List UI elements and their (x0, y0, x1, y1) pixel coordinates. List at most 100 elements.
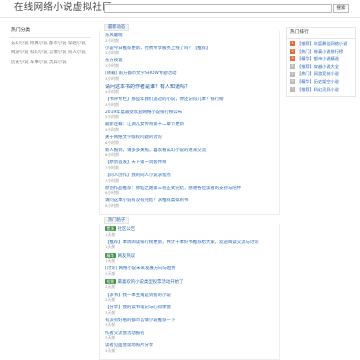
category-link[interactable]: 军事小说 (30, 60, 49, 66)
feed-item: 有没有好看的都市言情小说推荐一下 3天前 (105, 318, 275, 328)
category-link[interactable]: 都市小说 (49, 41, 68, 47)
feed-item-title-text[interactable]: 原创作品推荐：修仙之路第三卷正式完结，感谢各位读者的支持与陪伴 (105, 186, 241, 191)
ranking-item[interactable]: 3 【精华】都市小说精选 (290, 56, 352, 62)
feed-item: [讨论] 网络小说未来发展方向与趋势 2天前 (105, 266, 275, 276)
ranking-item[interactable]: 5 【热门】网游竞技小说 (290, 71, 352, 77)
ranking-title[interactable]: 【推荐】科幻灵异小说 (297, 87, 339, 92)
feed-item-title-text[interactable]: 网友热议 (118, 254, 136, 259)
ranking-title[interactable]: 【推荐】穿越小说大全 (297, 64, 339, 69)
feed-item-time: 4小时前 (105, 101, 120, 107)
feed-item: 【推荐】本周阅读排行榜更新，共计十本好书推荐给大家，欢迎阅读交流与讨论 1天前 (105, 240, 275, 250)
ranking-item[interactable]: 4 【推荐】穿越小说大全 (290, 64, 352, 69)
ranking-number: 5 (290, 71, 295, 77)
feed-item-tag: 投票 (105, 278, 116, 284)
feed-item: 最新连载：江湖儿女传奇第十二章节更新 5小时前 (105, 122, 275, 132)
site-title[interactable]: 在线网络小说虚拟社区 (14, 2, 112, 14)
feed-item-title-text[interactable]: 最喜欢的小说类型投票活动开始了 (118, 280, 184, 285)
feed-item-time: 4天前 (105, 347, 116, 353)
category-heading: 热门分类 (9, 27, 91, 38)
feed-item-time: 2小时前 (105, 50, 120, 56)
feed-item: 新人报到，请多多关照，喜欢看玄幻小说的进来交流 6小时前 (105, 148, 275, 158)
feed-item-title-text[interactable]: 新人报到，请多多关照，喜欢看玄幻小说的进来交流 (105, 148, 206, 153)
feed-item-title-text[interactable]: 小说今日推荐更新，付费专享服务上线了吗？【推荐】 (105, 46, 210, 51)
feed-item: 投票 最喜欢的小说类型投票活动开始了 2天前 (105, 278, 275, 290)
search-input[interactable] (104, 4, 332, 13)
feed-item-time: 4小时前 (105, 88, 120, 94)
feed-item-time: 3天前 (105, 309, 116, 315)
feed-item-title-text[interactable]: 社区公告 (118, 227, 136, 232)
feed-item-time: 8小时前 (105, 190, 120, 196)
search-button[interactable]: 搜索 (333, 4, 349, 13)
feed-item: [转载] 南方都市文学SHOW专题活动 3小时前 (105, 71, 275, 81)
feed-item: 【书评专栏】那些年我们追过的小说，你还记得几本？排行榜 4小时前 (105, 97, 275, 107)
feed-item: 2019年度最受欢迎网络小说排行榜公布 5小时前 (105, 110, 275, 120)
ranking-number: 2 (290, 48, 295, 54)
category-link[interactable]: 同人小说 (68, 50, 87, 56)
feed-item-time: 5小时前 (105, 114, 120, 120)
feed-item-time: 1天前 (105, 244, 116, 250)
feed-item: 原创作品推荐：修仙之路第三卷正式完结，感谢各位读者的支持与陪伴 8小时前 (105, 186, 275, 196)
section-latest-label[interactable]: 最新动态 (104, 24, 130, 31)
ranking-number: 1 (290, 41, 295, 46)
ranking-heading: 热门排行 (287, 28, 355, 39)
category-link[interactable]: 灵异小说 (49, 60, 68, 66)
ranking-title[interactable]: 【热门】网游竞技小说 (297, 71, 339, 76)
ranking-panel: 热门排行 1 【推荐】年度最佳网络小说 2 【热门】修真小说排行榜 3 【精华】都市小说精… (286, 27, 356, 98)
section-hot: 置顶 社区公告 1天前 【推荐】本周阅读排行榜更新，共计十本好书推荐给大家，欢迎阅读交… (99, 224, 280, 360)
feed-item-time: 1天前 (105, 258, 116, 263)
section-latest: 东风破晓 2小时前 小说今日推荐更新，付费专享服务上线了吗？【推荐】 2小时前 东方夜谈… (99, 31, 280, 216)
site-header: 在线网络小说虚拟社区 搜索 (0, 0, 360, 18)
ranking-title[interactable]: 【精华】历史架空小说 (297, 79, 339, 84)
feed-item-tag: 置顶 (105, 226, 116, 232)
ranking-item[interactable]: 2 【热门】修真小说排行榜 (290, 49, 352, 54)
ranking-item[interactable]: 1 【推荐】年度最佳网络小说 (290, 41, 352, 46)
category-link[interactable]: 言情小说 (49, 50, 68, 56)
feed-item: 精华 网友热议 1天前 (105, 252, 275, 264)
section-hot-label[interactable]: 热门帖子 (104, 217, 130, 225)
feed-item-title[interactable]: 【推荐】本周阅读排行榜更新，共计十本好书推荐给大家，欢迎阅读交流与讨论 (105, 240, 275, 246)
feed-item: 【原创首发】天下第一剑客传奇 7小时前 (105, 160, 275, 170)
ranking-number: 7 (290, 86, 295, 92)
ranking-title[interactable]: 【推荐】年度最佳网络小说 (297, 41, 347, 46)
feed-item: 【求书】找一本主角是剑客的小说 2天前 (105, 293, 275, 303)
feed-item: 关于网络文学版权问题的讨论 6小时前 (105, 135, 275, 145)
feed-item: 作者交流会活动报名 3天前 (105, 331, 275, 341)
category-link[interactable]: 修真小说 (30, 41, 49, 47)
ranking-title[interactable]: 【热门】修真小说排行榜 (297, 49, 343, 54)
category-link[interactable]: 玄幻小说 (11, 41, 30, 47)
category-link[interactable]: 历史小说 (11, 60, 30, 66)
feed-item: 东风破晓 2小时前 (105, 33, 275, 43)
main-feed: 最新动态 东风破晓 2小时前 小说今日推荐更新，付费专享服务上线了吗？【推荐】 2小时… (99, 24, 280, 360)
feed-item-time: 6小时前 (105, 139, 120, 145)
feed-item-time: 2天前 (105, 270, 116, 276)
ranking-number: 4 (290, 63, 295, 69)
feed-item-title-text[interactable]: 有没有好看的都市言情小说推荐一下 (105, 318, 175, 323)
feed-item: 【分享】我的读书笔记与心得体会 3天前 (105, 305, 275, 315)
feed-item-title-text[interactable]: 【推荐】本周阅读排行榜更新，共计十本好书推荐给大家，欢迎阅读交流与讨论 (105, 240, 259, 245)
ranking-item[interactable]: 6 【精华】历史架空小说 (290, 79, 352, 85)
feed-item: 请问这本书的作者是谁？有人知道吗？ 4小时前 (105, 84, 275, 95)
feed-item: 东方夜谈 3小时前 (105, 58, 275, 68)
ranking-title[interactable]: 【精华】都市小说精选 (297, 56, 339, 61)
feed-item: 读者见面会现场照片分享 4天前 (105, 343, 275, 353)
feed-item-tag: 精华 (105, 252, 116, 258)
category-link[interactable]: 穿越小说 (68, 41, 87, 47)
feed-item-time: 3天前 (105, 322, 116, 328)
feed-item-time: 8小时前 (105, 202, 120, 208)
feed-item: 【同人创作】我的同人小说求指点 7小时前 (105, 173, 275, 183)
feed-item-title-text[interactable]: [讨论] 网络小说未来发展方向与趋势 (105, 266, 176, 271)
ranking-number: 3 (290, 56, 295, 62)
feed-item-time: 5小时前 (105, 126, 120, 132)
feed-item-time: 7小时前 (105, 177, 120, 183)
category-link[interactable]: 网游小说 (11, 50, 30, 56)
feed-item-title-text[interactable]: 【书评专栏】那些年我们追过的小说，你还记得几本？排行榜 (105, 97, 224, 102)
feed-item: 小说今日推荐更新，付费专享服务上线了吗？【推荐】 2小时前 (105, 46, 275, 56)
category-links: 玄幻小说 修真小说 都市小说 穿越小说网游小说 科幻小说 言情小说 同人小说历史小说 军事小说… (9, 38, 91, 70)
ranking-list: 1 【推荐】年度最佳网络小说 2 【热门】修真小说排行榜 3 【精华】都市小说精选 4 【推荐… (287, 39, 355, 96)
feed-item-time: 2天前 (105, 284, 116, 290)
feed-item-time: 1天前 (105, 231, 116, 237)
category-link[interactable]: 科幻小说 (30, 50, 49, 56)
feed-item: 请问这本小说有没有完结？求推荐类似的书 8小时前 (105, 198, 275, 208)
ranking-number: 6 (290, 79, 295, 85)
ranking-item[interactable]: 7 【推荐】科幻灵异小说 (290, 87, 352, 92)
